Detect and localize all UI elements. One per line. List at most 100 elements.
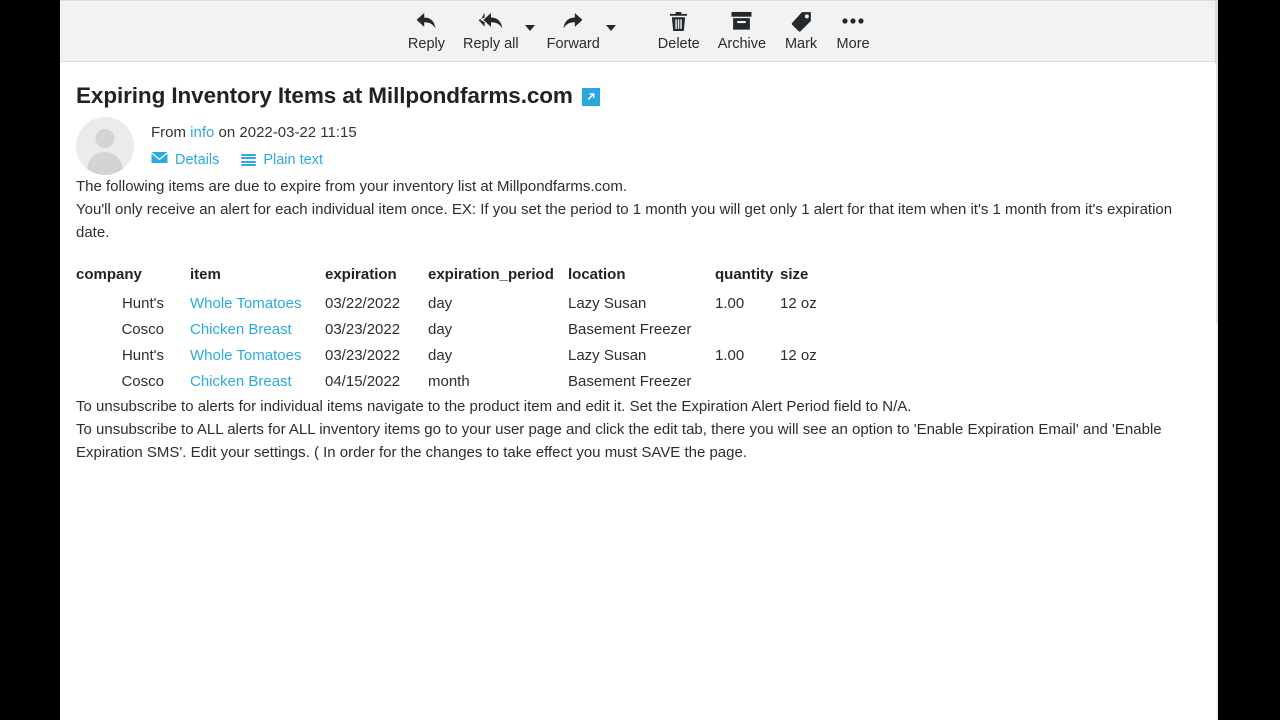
cell-size: 12 oz [780,347,817,364]
from-line: From info on 2022-03-22 11:15 [151,123,357,143]
forward-dropdown-caret[interactable] [605,25,617,31]
inventory-table-head: company item expiration expiration_perio… [76,265,850,291]
cell-quantity: 1.00 [715,347,745,364]
archive-icon [731,8,752,34]
tag-icon [791,8,812,34]
cell-item: Whole Tomatoes [172,343,325,369]
column-header-expiration-period: expiration_period [428,266,554,283]
cell-company: Hunt's [121,347,164,364]
body-paragraph-4: To unsubscribe to ALL alerts for ALL inv… [76,421,1162,461]
body-paragraph-1: The following items are due to expire fr… [76,178,628,195]
table-row: Cosco Chicken Breast 03/23/2022 day Base… [76,317,850,343]
body-paragraph-3: To unsubscribe to alerts for individual … [76,398,912,415]
table-row: Hunt's Whole Tomatoes 03/23/2022 day Laz… [76,343,850,369]
sender-link[interactable]: info [190,124,214,141]
forward-label: Forward [546,36,600,52]
lines-icon [241,154,257,166]
cell-quantity [715,317,780,343]
cell-company: Cosco [121,321,164,338]
mark-label: Mark [784,36,818,52]
column-header-expiration: expiration [325,266,397,283]
more-button[interactable]: More [827,1,879,52]
cell-location: Basement Freezer [568,321,692,338]
cell-quantity: 1.00 [715,295,745,312]
column-header-size: size [780,266,809,283]
column-header-item: item [190,266,221,283]
toolbar-right-edge [1215,1,1218,64]
cell-company: Hunt's [121,295,164,312]
reply-icon [415,8,437,34]
cell-company: Cosco [121,373,164,390]
plain-text-label: Plain text [263,152,323,168]
email-page: Reply Reply all Forward Delete Archive M… [60,0,1218,720]
cell-expiration-period: month [428,373,470,390]
cell-size [780,369,850,395]
body-paragraph-2: You'll only receive an alert for each in… [76,201,1173,241]
trash-icon [669,8,688,34]
cell-location: Lazy Susan [568,347,647,364]
item-link[interactable]: Whole Tomatoes [190,347,301,364]
plain-text-toggle[interactable]: Plain text [241,152,323,168]
column-header-company: company [76,266,142,283]
column-header-location: location [568,266,626,283]
message-date: 2022-03-22 11:15 [239,124,357,141]
from-prefix-label: From [151,124,186,141]
reply-button[interactable]: Reply [399,1,454,52]
cell-expiration-period: day [428,347,453,364]
details-toggle[interactable]: Details [151,151,219,169]
ellipsis-icon [841,8,865,34]
reply-all-dropdown-caret[interactable] [524,25,536,31]
reply-all-button[interactable]: Reply all [454,1,528,52]
table-row: Cosco Chicken Breast 04/15/2022 month Ba… [76,369,850,395]
cell-quantity [715,369,780,395]
screen: Reply Reply all Forward Delete Archive M… [0,0,1280,720]
table-header-row: company item expiration expiration_perio… [76,265,850,291]
cell-size: 12 oz [780,295,817,312]
item-link[interactable]: Chicken Breast [190,373,292,390]
reply-label: Reply [407,36,445,52]
cell-item: Chicken Breast [172,369,325,395]
column-header-quantity: quantity [715,266,774,283]
open-external-icon[interactable] [581,88,600,106]
reply-all-label: Reply all [463,36,519,52]
sender-row: From info on 2022-03-22 11:15 Details Pl… [60,110,1218,175]
toolbar-buttons: Reply Reply all Forward Delete Archive M… [399,1,879,61]
item-link[interactable]: Whole Tomatoes [190,295,301,312]
cell-location: Lazy Susan [568,295,647,312]
archive-button[interactable]: Archive [709,1,775,52]
forward-button[interactable]: Forward [538,1,609,52]
inventory-table: company item expiration expiration_perio… [76,265,850,395]
cell-expiration: 03/23/2022 [325,321,401,338]
vertical-scrollbar-thumb[interactable] [1216,63,1218,323]
cell-expiration: 03/23/2022 [325,347,401,364]
cell-location: Basement Freezer [568,373,692,390]
inventory-table-body: Hunt's Whole Tomatoes 03/22/2022 day Laz… [76,291,850,395]
page-title: Expiring Inventory Items at Millpondfarm… [76,83,573,108]
message-toolbar: Reply Reply all Forward Delete Archive M… [60,0,1218,64]
cell-expiration: 03/22/2022 [325,295,401,312]
cell-expiration-period: day [428,321,453,338]
archive-label: Archive [717,36,767,52]
subject-row: Expiring Inventory Items at Millpondfarm… [60,62,1218,110]
cell-item: Whole Tomatoes [172,291,325,317]
more-label: More [836,36,870,52]
item-link[interactable]: Chicken Breast [190,321,292,338]
forward-icon [562,8,584,34]
reply-all-icon [477,8,505,34]
message-meta-actions: Details Plain text [151,151,357,169]
delete-label: Delete [657,36,700,52]
details-label: Details [175,152,220,168]
envelope-icon [151,151,168,169]
avatar [76,117,134,175]
from-middle-label: on [218,124,236,141]
mark-button[interactable]: Mark [775,1,827,52]
table-row: Hunt's Whole Tomatoes 03/22/2022 day Laz… [76,291,850,317]
cell-expiration: 04/15/2022 [325,373,401,390]
message-body: The following items are due to expire fr… [60,175,1218,464]
cell-expiration-period: day [428,295,453,312]
delete-button[interactable]: Delete [649,1,709,52]
message-content: Expiring Inventory Items at Millpondfarm… [60,62,1218,464]
cell-size [780,317,850,343]
cell-item: Chicken Breast [172,317,325,343]
sender-details: From info on 2022-03-22 11:15 Details Pl… [151,117,357,169]
